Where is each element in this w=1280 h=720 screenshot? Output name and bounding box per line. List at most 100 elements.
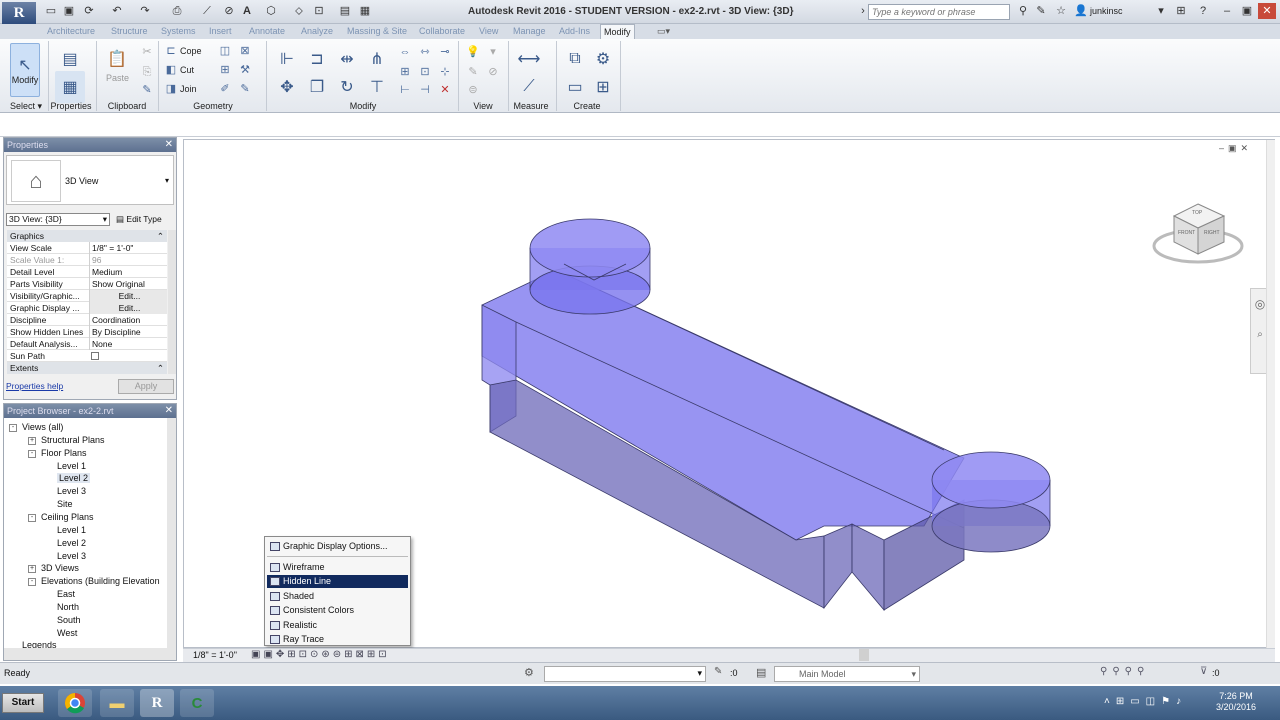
cut-geometry-icon[interactable]: ◧	[164, 63, 178, 77]
design-option-dropdown[interactable]: Main Model ▾	[774, 666, 920, 682]
browser-tree-item[interactable]: 3D Views	[41, 563, 79, 573]
visual-style-item[interactable]: Ray Trace	[267, 633, 408, 646]
tab-structure[interactable]: Structure	[108, 24, 151, 39]
application-menu-button[interactable]: R	[2, 2, 36, 24]
unpin-icon[interactable]: ⊹	[438, 65, 452, 79]
delete-icon[interactable]: ✕	[438, 83, 452, 97]
property-row[interactable]: Default Analysis... None	[7, 338, 167, 350]
browser-hscrollbar[interactable]	[4, 648, 176, 660]
system-tray-icons[interactable]: ˄⊞▭◫⚑♪	[1104, 696, 1187, 707]
user-name[interactable]: junkinsc	[1090, 6, 1123, 16]
property-value[interactable]: By Discipline	[89, 326, 167, 338]
property-row[interactable]: Graphic Display ... Edit...	[7, 302, 167, 314]
filter-icon[interactable]: ⊽	[1200, 666, 1207, 677]
tree-toggle[interactable]: -	[28, 578, 36, 587]
hide-bulb-icon[interactable]: 💡	[466, 45, 480, 59]
graphic-display-options-item[interactable]: Graphic Display Options...	[267, 540, 408, 553]
3d-view-icon[interactable]: ⬡	[264, 4, 278, 18]
property-row[interactable]: Scale Value 1: 96	[7, 254, 167, 266]
property-value[interactable]: 96	[89, 254, 167, 266]
create-similar-icon[interactable]: ⊞	[588, 71, 618, 103]
trim-extend-icon[interactable]: ⊤	[362, 71, 392, 103]
pin-icon[interactable]: ⊸	[438, 45, 452, 59]
browser-tree-item[interactable]: Level 2	[57, 473, 91, 484]
properties-help-link[interactable]: Properties help	[6, 381, 63, 391]
tab-insert[interactable]: Insert	[206, 24, 235, 39]
property-row[interactable]: Visibility/Graphic... Edit...	[7, 290, 167, 302]
view-hscroll-thumb[interactable]	[859, 649, 869, 661]
property-row[interactable]: View Scale 1/8" = 1'-0"	[7, 242, 167, 254]
tab-view[interactable]: View	[476, 24, 501, 39]
browser-tree-item[interactable]: Structural Plans	[41, 435, 105, 445]
browser-tree-item[interactable]: Level 2	[57, 538, 86, 548]
property-row[interactable]: Parts Visibility Show Original	[7, 278, 167, 290]
browser-tree-item[interactable]: Ceiling Plans	[41, 512, 94, 522]
hide-element-icon[interactable]: ⊘	[486, 65, 500, 79]
dimension-icon[interactable]: ⊘	[222, 4, 236, 18]
create-group-icon[interactable]: ▭	[560, 71, 590, 103]
filter-icon[interactable]: ⊜	[466, 83, 480, 97]
view-cube[interactable]: TOP FRONT RIGHT	[1152, 198, 1246, 268]
tab-systems[interactable]: Systems	[158, 24, 199, 39]
binoculars-icon[interactable]: ⚲	[1016, 4, 1030, 18]
open-icon[interactable]: ▭	[44, 4, 58, 18]
match-properties-icon[interactable]: ✎	[140, 83, 154, 97]
visual-style-item[interactable]: Hidden Line	[267, 575, 408, 589]
chevron-down-icon[interactable]: ▾	[165, 176, 169, 185]
text-icon[interactable]: A	[240, 4, 254, 18]
browser-tree-item[interactable]: Level 3	[57, 551, 86, 561]
clock[interactable]: 7:26 PM 3/20/2016	[1216, 691, 1256, 713]
property-value[interactable]: Edit...	[89, 302, 167, 314]
callout-icon[interactable]: ⊡	[312, 4, 326, 18]
browser-tree-item[interactable]: Views (all)	[22, 422, 63, 432]
visual-style-item[interactable]: Shaded	[267, 590, 408, 603]
print-icon[interactable]: ⎙	[170, 4, 184, 18]
properties-icon[interactable]: ▦	[55, 71, 85, 103]
browser-tree-item[interactable]: West	[57, 628, 77, 638]
apply-button[interactable]: Apply	[118, 379, 174, 394]
selection-toggle-icons[interactable]: ⚲⚲⚲⚲	[1100, 666, 1149, 677]
favorites-icon[interactable]: ☆	[1054, 4, 1068, 18]
tab-collaborate[interactable]: Collaborate	[416, 24, 468, 39]
exchange-icon[interactable]: ⊞	[1174, 4, 1188, 18]
tab-analyze[interactable]: Analyze	[298, 24, 336, 39]
workset-dropdown[interactable]: ▾	[544, 666, 706, 682]
property-row[interactable]: Detail Level Medium	[7, 266, 167, 278]
tree-toggle[interactable]: -	[28, 449, 36, 458]
browser-tree-item[interactable]: Floor Plans	[41, 448, 87, 458]
editing-requests-icon[interactable]: ✎	[714, 666, 722, 677]
instance-selector[interactable]: 3D View: {3D} ▾	[6, 213, 110, 226]
property-value[interactable]: Show Original	[89, 278, 167, 290]
chevron-down-icon[interactable]: ▾	[1154, 4, 1168, 18]
array-icon[interactable]: ⊞	[398, 65, 412, 79]
browser-tree-item[interactable]: Site	[57, 499, 73, 509]
cut-clipboard-icon[interactable]: ✂	[140, 45, 154, 59]
property-value[interactable]: 1/8" = 1'-0"	[89, 242, 167, 254]
close-hidden-icon[interactable]: ▤	[338, 4, 352, 18]
switch-windows-icon[interactable]: ▦	[358, 4, 372, 18]
split-gap-icon[interactable]: ⇿	[418, 45, 432, 59]
tab-manage[interactable]: Manage	[510, 24, 549, 39]
close-button[interactable]: ✕	[1258, 3, 1276, 19]
paste-icon[interactable]: 📋	[102, 43, 132, 75]
move-icon[interactable]: ✥	[272, 71, 302, 103]
split-face-icon[interactable]: ◫	[218, 44, 232, 58]
visual-style-item[interactable]: Realistic	[267, 619, 408, 632]
property-row[interactable]: Discipline Coordination	[7, 314, 167, 326]
cope-button[interactable]: Cope	[180, 46, 202, 56]
minimize-button[interactable]: –	[1218, 3, 1236, 19]
trim-single-icon[interactable]: ⊣	[418, 83, 432, 97]
view-vscrollbar[interactable]	[1266, 140, 1275, 648]
browser-tree-item[interactable]: North	[57, 602, 79, 612]
start-button[interactable]: Start	[2, 693, 44, 713]
tab-massing-site[interactable]: Massing & Site	[344, 24, 410, 39]
override-graphics-icon[interactable]: ▾	[486, 45, 500, 59]
browser-tree-item[interactable]: East	[57, 589, 75, 599]
demolish-icon[interactable]: ⚒	[238, 63, 252, 77]
wall-joins-icon[interactable]: ⊠	[238, 44, 252, 58]
design-options-icon[interactable]: ▤	[756, 666, 766, 679]
sun-path-checkbox[interactable]	[91, 352, 99, 360]
property-value[interactable]: Medium	[89, 266, 167, 278]
property-value[interactable]: None	[89, 338, 167, 350]
cope-icon[interactable]: ⊏	[164, 44, 178, 58]
